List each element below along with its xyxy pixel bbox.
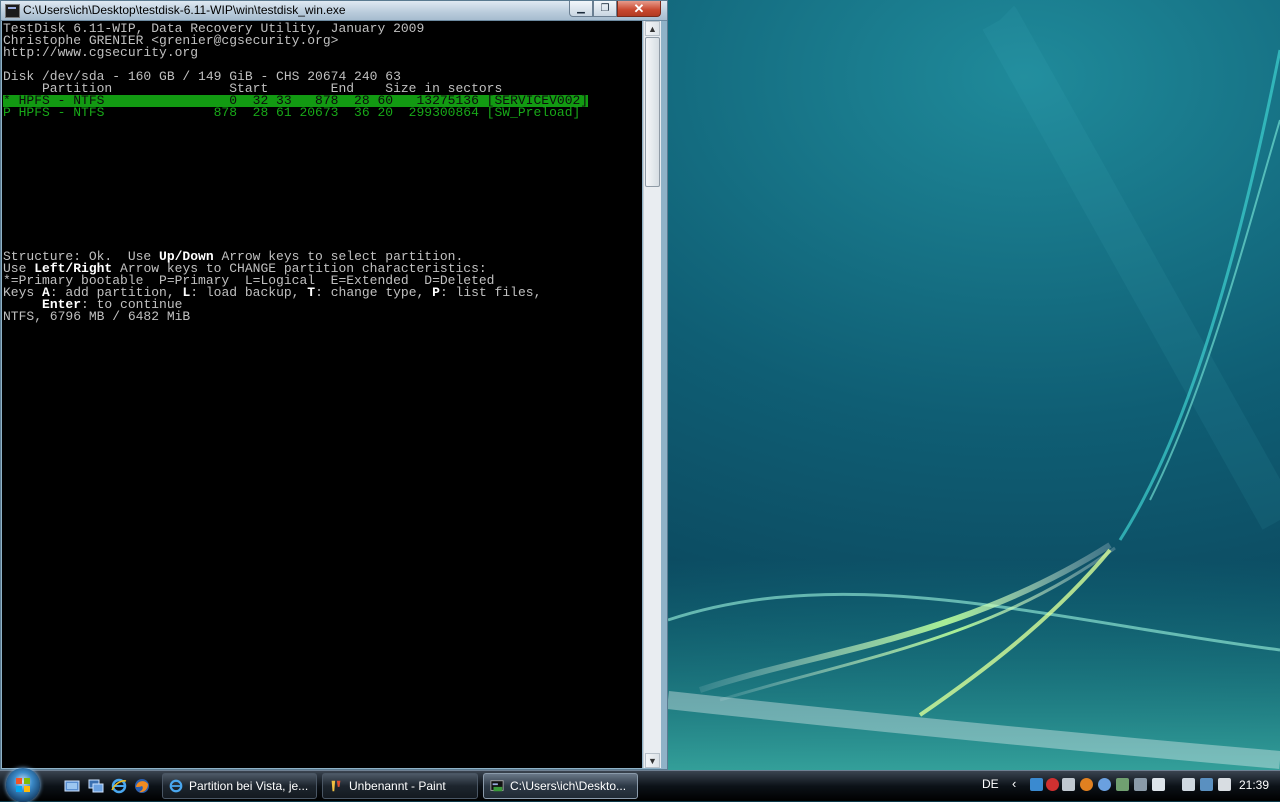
console-window[interactable]: C:\Users\ich\Desktop\testdisk-6.11-WIP\w… <box>0 0 668 770</box>
header-line-3: http://www.cgsecurity.org <box>3 45 199 60</box>
media-icon[interactable] <box>1080 778 1093 791</box>
help-text: : list files, <box>439 285 542 300</box>
show-hidden-icons-chevron-icon[interactable]: ‹ <box>1012 776 1016 791</box>
close-button[interactable]: ✕ <box>617 1 661 17</box>
security-shield-icon[interactable] <box>1046 778 1059 791</box>
show-desktop-icon[interactable] <box>64 778 80 794</box>
signal-bars-icon[interactable] <box>1134 778 1147 791</box>
device-icon[interactable] <box>1116 778 1129 791</box>
restore-button[interactable]: ❐ <box>593 1 617 17</box>
console-app-icon <box>490 780 504 792</box>
taskbar-item-label: Unbenannt - Paint <box>349 779 446 793</box>
network-status-icon[interactable] <box>1152 778 1165 791</box>
start-button[interactable] <box>6 768 40 802</box>
console-app-icon <box>5 4 20 18</box>
selected-partition-info: NTFS, 6796 MB / 6482 MiB <box>3 309 191 324</box>
connection-icon[interactable] <box>1200 778 1213 791</box>
language-indicator[interactable]: DE <box>982 777 999 791</box>
internet-explorer-icon <box>169 779 183 793</box>
sync-icon[interactable] <box>1098 778 1111 791</box>
user-messenger-icon[interactable] <box>1062 778 1075 791</box>
help-text: : load backup, <box>190 285 308 300</box>
network-icon[interactable] <box>1030 778 1043 791</box>
scroll-down-button[interactable]: ▼ <box>645 753 660 768</box>
volume-icon[interactable] <box>1218 778 1231 791</box>
paint-icon <box>331 780 341 792</box>
internet-explorer-icon[interactable] <box>111 778 127 794</box>
help-text: : change type, <box>315 285 433 300</box>
scrollbar-thumb[interactable] <box>645 37 660 187</box>
help-key: P <box>432 285 440 300</box>
taskbar: Partition bei Vista, je... Unbenannt - P… <box>0 768 1280 802</box>
power-icon[interactable] <box>1182 778 1195 791</box>
clock[interactable]: 21:39 <box>1239 778 1269 792</box>
switch-windows-icon[interactable] <box>88 778 104 794</box>
windows-logo-icon <box>16 778 30 792</box>
taskbar-item-console[interactable]: C:\Users\ich\Deskto... <box>483 773 638 799</box>
window-title: C:\Users\ich\Desktop\testdisk-6.11-WIP\w… <box>23 3 346 17</box>
help-key: T <box>307 285 316 300</box>
minimize-button[interactable]: ▁ <box>569 1 593 17</box>
partition-row[interactable]: P HPFS - NTFS 878 28 61 20673 36 20 2993… <box>3 106 580 119</box>
taskbar-item-label: Partition bei Vista, je... <box>189 779 309 793</box>
terminal-output[interactable]: TestDisk 6.11-WIP, Data Recovery Utility… <box>2 21 642 768</box>
taskbar-item-browser[interactable]: Partition bei Vista, je... <box>162 773 317 799</box>
vertical-scrollbar[interactable]: ▲ ▼ <box>643 21 661 768</box>
firefox-icon[interactable] <box>134 778 150 794</box>
taskbar-item-paint[interactable]: Unbenannt - Paint <box>322 773 478 799</box>
window-title-bar[interactable]: C:\Users\ich\Desktop\testdisk-6.11-WIP\w… <box>1 1 667 21</box>
taskbar-item-label: C:\Users\ich\Deskto... <box>510 779 627 793</box>
scroll-up-button[interactable]: ▲ <box>645 21 660 36</box>
